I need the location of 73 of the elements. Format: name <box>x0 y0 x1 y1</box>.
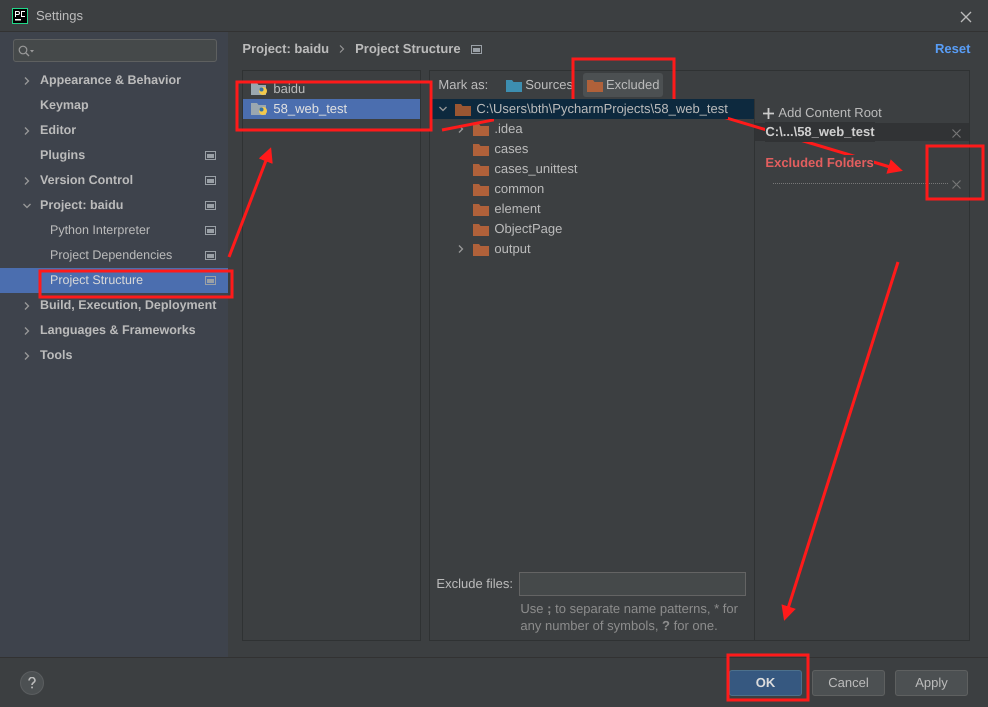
folder-icon <box>473 242 490 256</box>
dialog-button[interactable]: Apply <box>895 670 968 696</box>
dialog-button[interactable]: Cancel <box>812 670 885 696</box>
sidebar-item[interactable]: Python Interpreter <box>0 218 228 243</box>
exclude-files-field[interactable] <box>519 572 746 596</box>
tree-node[interactable]: cases <box>430 139 754 159</box>
collapsed-chevron-icon <box>23 126 31 134</box>
mark-as-label: Mark as: <box>438 76 488 94</box>
sidebar-item[interactable]: Languages & Frameworks <box>0 318 228 343</box>
project-scope-icon <box>205 176 216 185</box>
folder-icon <box>473 202 490 216</box>
add-content-root-button[interactable]: Add Content Root <box>755 103 888 123</box>
tree-node[interactable]: element <box>430 199 754 219</box>
folder-icon <box>473 182 490 196</box>
python-module-icon <box>251 102 270 116</box>
breadcrumb-separator-icon <box>339 45 346 53</box>
sidebar-item[interactable]: Build, Execution, Deployment <box>0 293 228 318</box>
hint-text: Use ; to separate name patterns, * for any number of symbols, ? for one. <box>520 600 739 634</box>
collapsed-chevron-icon <box>23 326 31 334</box>
breadcrumb-item: Project: baidu <box>242 40 330 58</box>
exclude-files-label: Exclude files: <box>436 575 514 594</box>
collapsed-chevron-icon <box>23 176 31 184</box>
app-logo-icon <box>12 8 28 24</box>
sidebar-item[interactable]: Version Control <box>0 168 228 193</box>
help-button[interactable] <box>20 670 44 694</box>
sidebar-item[interactable]: Tools <box>0 343 228 368</box>
project-scope-icon <box>205 226 216 235</box>
close-icon <box>960 10 972 23</box>
tree-node[interactable]: common <box>430 179 754 199</box>
close-icon <box>952 128 962 138</box>
tree-node[interactable]: output <box>430 239 754 259</box>
collapsed-chevron-icon <box>457 245 466 253</box>
mark-as-button[interactable]: Sources <box>502 73 577 97</box>
dialog-button[interactable]: OK <box>729 670 802 696</box>
folder-icon <box>506 78 522 92</box>
collapsed-chevron-icon <box>23 352 31 360</box>
project-scope-icon <box>205 251 216 260</box>
search-icon <box>18 44 36 56</box>
sidebar-item[interactable]: Editor <box>0 118 228 143</box>
project-scope-icon <box>205 276 216 285</box>
tree-node[interactable]: ObjectPage <box>430 219 754 239</box>
annotation-box <box>926 144 984 200</box>
sidebar-item[interactable]: Keymap <box>0 93 228 118</box>
sidebar-item[interactable]: Appearance & Behavior <box>0 68 228 93</box>
collapsed-chevron-icon <box>23 76 31 84</box>
window-title: Settings <box>36 6 83 25</box>
close-icon <box>952 180 962 190</box>
folder-icon <box>586 78 603 92</box>
sidebar-item[interactable]: Project Dependencies <box>0 243 228 268</box>
project-scope-icon <box>205 151 216 160</box>
module-item[interactable]: baidu <box>243 79 420 99</box>
search-field[interactable] <box>13 39 218 62</box>
expanded-chevron-icon <box>23 202 31 210</box>
tree-node[interactable]: .idea <box>430 119 754 139</box>
project-scope-icon <box>470 44 482 54</box>
reset-link[interactable]: Reset <box>935 39 970 59</box>
help-icon <box>28 676 36 688</box>
remove-excluded-button[interactable] <box>952 177 962 190</box>
plus-icon <box>763 108 774 118</box>
excluded-folders-heading: Excluded Folders <box>765 155 874 170</box>
python-module-icon <box>251 82 270 96</box>
content-root-path: C:\...\58_web_test <box>765 122 875 142</box>
sidebar-item[interactable]: Project: baidu <box>0 193 228 218</box>
tree-node[interactable]: cases_unittest <box>430 159 754 179</box>
folder-icon <box>473 162 490 176</box>
folder-icon <box>473 222 490 236</box>
collapsed-chevron-icon <box>23 302 31 310</box>
module-item[interactable]: 58_web_test <box>243 99 420 119</box>
sidebar-item[interactable]: Plugins <box>0 143 228 168</box>
project-scope-icon <box>205 201 216 210</box>
mark-as-button[interactable]: Excluded <box>582 73 664 97</box>
breadcrumb-item: Project Structure <box>355 40 461 58</box>
folder-icon <box>473 142 490 156</box>
